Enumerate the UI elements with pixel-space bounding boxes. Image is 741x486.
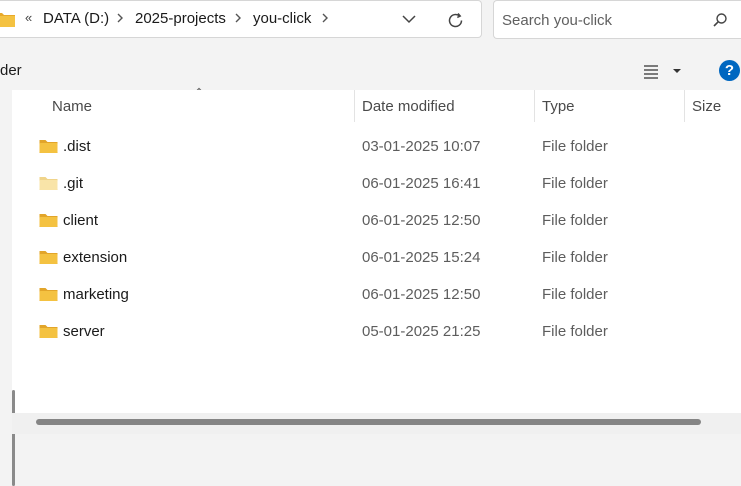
folder-icon xyxy=(39,288,58,301)
breadcrumb-item-current[interactable]: you-click xyxy=(253,10,311,27)
file-type: File folder xyxy=(542,138,608,155)
file-type: File folder xyxy=(542,249,608,266)
file-date-modified: 05-01-2025 21:25 xyxy=(362,323,481,340)
search-box[interactable] xyxy=(493,0,741,39)
column-header-size[interactable]: Size xyxy=(692,98,721,115)
chevron-right-icon[interactable] xyxy=(321,12,329,24)
horizontal-scrollbar-thumb[interactable] xyxy=(36,419,701,425)
command-bar: der ? xyxy=(0,50,741,90)
table-row[interactable]: .git 06-01-2025 16:41 File folder xyxy=(12,165,741,202)
file-date-modified: 06-01-2025 16:41 xyxy=(362,175,481,192)
breadcrumb-item-drive[interactable]: DATA (D:) xyxy=(43,10,109,27)
details-view-icon xyxy=(644,65,658,79)
view-options-button[interactable] xyxy=(640,61,688,81)
caret-down-icon xyxy=(673,69,681,73)
new-folder-button-truncated[interactable]: der xyxy=(0,62,22,79)
breadcrumb-item-projects[interactable]: 2025-projects xyxy=(135,10,226,27)
column-header-name[interactable]: Name xyxy=(52,98,92,115)
file-date-modified: 06-01-2025 12:50 xyxy=(362,286,481,303)
search-icon[interactable] xyxy=(712,12,728,28)
file-list-pane: Name Date modified Type Size .dist 03-01… xyxy=(12,90,741,486)
address-bar[interactable]: « DATA (D:) 2025-projects you-click xyxy=(0,0,482,38)
file-name: .dist xyxy=(63,138,91,155)
column-header-type[interactable]: Type xyxy=(542,98,575,115)
chevron-right-icon[interactable] xyxy=(234,12,242,24)
file-type: File folder xyxy=(542,212,608,229)
table-row[interactable]: .dist 03-01-2025 10:07 File folder xyxy=(12,128,741,165)
file-date-modified: 06-01-2025 12:50 xyxy=(362,212,481,229)
hidden-folder-icon xyxy=(39,177,58,190)
search-input[interactable] xyxy=(502,10,702,30)
help-button[interactable]: ? xyxy=(719,60,740,81)
breadcrumb-overflow-button[interactable]: « xyxy=(25,10,32,25)
file-name: .git xyxy=(63,175,84,192)
file-type: File folder xyxy=(542,323,608,340)
file-name: client xyxy=(63,212,99,229)
table-row[interactable]: client 06-01-2025 12:50 File folder xyxy=(12,202,741,239)
column-divider[interactable] xyxy=(684,90,685,122)
table-row[interactable]: marketing 06-01-2025 12:50 File folder xyxy=(12,276,741,313)
folder-icon xyxy=(39,214,58,227)
vertical-scrollbar[interactable] xyxy=(12,390,15,486)
file-name: server xyxy=(63,323,105,340)
file-type: File folder xyxy=(542,175,608,192)
chevron-right-icon[interactable] xyxy=(116,12,124,24)
column-divider[interactable] xyxy=(354,90,355,122)
folder-icon xyxy=(0,13,15,27)
table-row[interactable]: server 05-01-2025 21:25 File folder xyxy=(12,313,741,350)
refresh-icon[interactable] xyxy=(446,11,465,30)
horizontal-scrollbar[interactable] xyxy=(12,413,741,434)
column-divider[interactable] xyxy=(534,90,535,122)
folder-icon xyxy=(39,325,58,338)
file-name: extension xyxy=(63,249,128,266)
file-name: marketing xyxy=(63,286,129,303)
file-date-modified: 06-01-2025 15:24 xyxy=(362,249,481,266)
column-header-date-modified[interactable]: Date modified xyxy=(362,98,455,115)
table-row[interactable]: extension 06-01-2025 15:24 File folder xyxy=(12,239,741,276)
file-type: File folder xyxy=(542,286,608,303)
folder-icon xyxy=(39,251,58,264)
file-date-modified: 03-01-2025 10:07 xyxy=(362,138,481,155)
folder-icon xyxy=(39,140,58,153)
chevron-down-icon[interactable] xyxy=(401,14,417,24)
